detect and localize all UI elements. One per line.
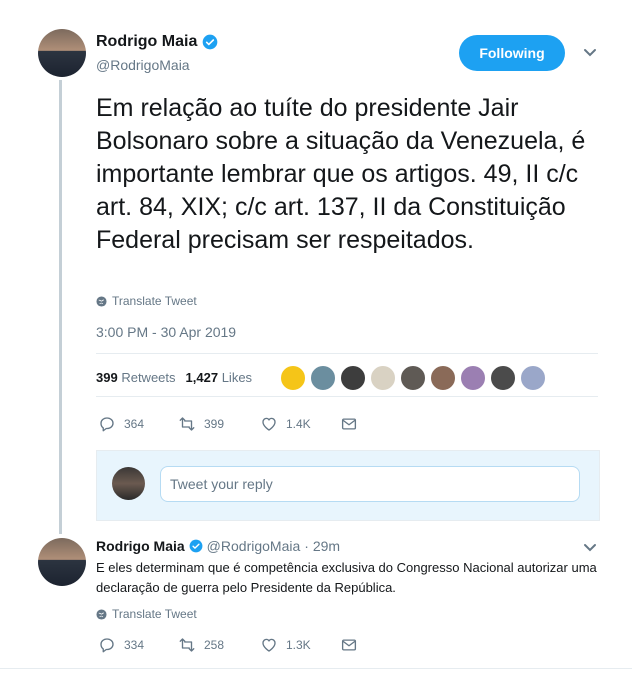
retweet-icon	[179, 417, 195, 431]
reply-count: 364	[124, 417, 145, 431]
direct-message-action[interactable]	[340, 636, 358, 654]
like-count: 1.4K	[286, 417, 311, 431]
reply-count: 334	[124, 638, 145, 652]
liker-avatar[interactable]	[490, 365, 516, 391]
thread-line	[59, 80, 62, 534]
envelope-icon	[341, 639, 357, 651]
translate-tweet-link[interactable]: Translate Tweet	[96, 294, 197, 308]
liker-avatars	[280, 365, 546, 391]
translate-label: Translate Tweet	[112, 294, 197, 308]
reply-tweet-text: E eles determinam que é competência excl…	[96, 560, 597, 595]
retweet-count: 258	[204, 638, 225, 652]
liker-avatar[interactable]	[400, 365, 426, 391]
retweets-label: Retweets	[121, 370, 176, 385]
engagement-stats: 399 Retweets 1,427 Likes	[96, 370, 252, 385]
current-user-avatar	[112, 467, 145, 500]
reply-time-ago[interactable]: · 29m	[304, 538, 340, 554]
envelope-icon	[341, 418, 357, 430]
liker-avatar[interactable]	[520, 365, 546, 391]
retweet-count: 399	[204, 417, 225, 431]
like-count: 1.3K	[286, 638, 311, 652]
retweet-action[interactable]: 399	[178, 415, 260, 433]
globe-icon	[96, 608, 107, 620]
retweets-stat[interactable]: 399 Retweets	[96, 370, 176, 385]
liker-avatar[interactable]	[280, 365, 306, 391]
verified-badge-icon	[203, 34, 218, 50]
divider	[96, 353, 598, 354]
retweet-action[interactable]: 258	[178, 636, 260, 654]
reply-action[interactable]: 334	[98, 636, 178, 654]
likes-count: 1,427	[185, 370, 219, 385]
author-avatar[interactable]	[38, 29, 86, 77]
reply-author-name[interactable]: Rodrigo Maia	[96, 538, 185, 554]
likes-stat[interactable]: 1,427 Likes	[186, 370, 253, 385]
divider	[0, 668, 632, 669]
reply-input[interactable]: Tweet your reply	[160, 466, 580, 502]
globe-icon	[96, 295, 107, 307]
tweet-timestamp[interactable]: 3:00 PM - 30 Apr 2019	[96, 324, 236, 340]
heart-icon	[262, 417, 276, 431]
verified-badge-icon	[189, 539, 203, 553]
liker-avatar[interactable]	[310, 365, 336, 391]
author-handle[interactable]: @RodrigoMaia	[96, 57, 190, 73]
heart-icon	[262, 638, 276, 652]
tweet-text: Em relação ao tuíte do presidente Jair B…	[96, 94, 586, 254]
likes-label: Likes	[221, 370, 253, 385]
like-action[interactable]: 1.3K	[260, 636, 340, 654]
reply-icon	[100, 417, 114, 432]
chevron-down-icon[interactable]	[583, 543, 597, 553]
reply-author-avatar[interactable]	[38, 538, 86, 586]
reply-action[interactable]: 364	[98, 415, 178, 433]
divider	[96, 396, 598, 397]
chevron-down-icon[interactable]	[583, 48, 597, 58]
liker-avatar[interactable]	[460, 365, 486, 391]
following-button[interactable]: Following	[459, 35, 565, 71]
liker-avatar[interactable]	[430, 365, 456, 391]
translate-tweet-link[interactable]: Translate Tweet	[96, 607, 197, 621]
retweet-icon	[179, 638, 195, 652]
direct-message-action[interactable]	[340, 415, 358, 433]
translate-label: Translate Tweet	[112, 607, 197, 621]
author-name[interactable]: Rodrigo Maia	[96, 33, 197, 51]
liker-avatar[interactable]	[340, 365, 366, 391]
retweets-count: 399	[96, 370, 118, 385]
like-action[interactable]: 1.4K	[260, 415, 340, 433]
liker-avatar[interactable]	[370, 365, 396, 391]
reply-author-handle[interactable]: @RodrigoMaia	[207, 538, 301, 554]
reply-icon	[100, 638, 114, 653]
